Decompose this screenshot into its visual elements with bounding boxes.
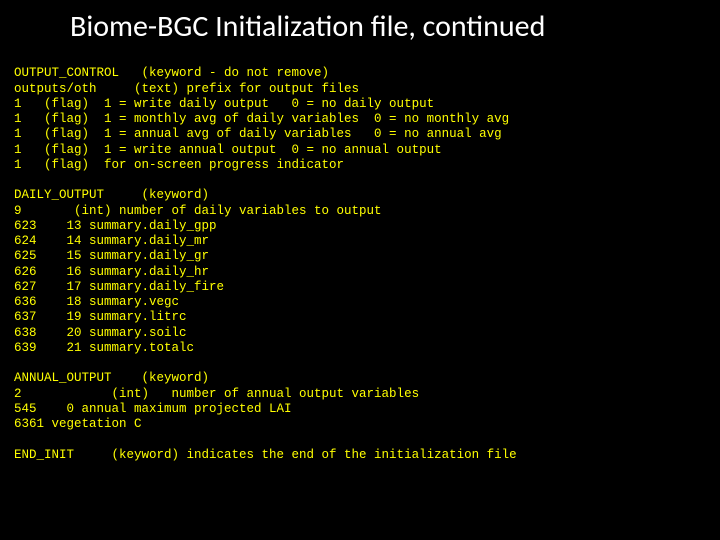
config-line: 636 18 summary.vegc: [14, 295, 179, 309]
config-line: 1 (flag) 1 = annual avg of daily variabl…: [14, 127, 502, 141]
config-line: 6361 vegetation C: [14, 417, 142, 431]
config-line: 626 16 summary.daily_hr: [14, 265, 209, 279]
config-line: 625 15 summary.daily_gr: [14, 249, 209, 263]
config-line: 623 13 summary.daily_gpp: [14, 219, 217, 233]
config-line: 638 20 summary.soilc: [14, 326, 187, 340]
slide-body: OUTPUT_CONTROL (keyword - do not remove)…: [0, 51, 720, 463]
config-line: 637 19 summary.litrc: [14, 310, 187, 324]
slide-title: Biome-BGC Initialization file, continued: [0, 0, 720, 51]
config-line: 627 17 summary.daily_fire: [14, 280, 224, 294]
slide: Biome-BGC Initialization file, continued…: [0, 0, 720, 540]
output-control-header: OUTPUT_CONTROL (keyword - do not remove): [14, 66, 329, 80]
config-line: 545 0 annual maximum projected LAI: [14, 402, 292, 416]
config-line: 2 (int) number of annual output variable…: [14, 387, 419, 401]
config-line: 1 (flag) 1 = write annual output 0 = no …: [14, 143, 442, 157]
config-line: 624 14 summary.daily_mr: [14, 234, 209, 248]
config-line: outputs/oth (text) prefix for output fil…: [14, 82, 359, 96]
annual-output-header: ANNUAL_OUTPUT (keyword): [14, 371, 209, 385]
config-line: 639 21 summary.totalc: [14, 341, 194, 355]
config-line: 1 (flag) 1 = monthly avg of daily variab…: [14, 112, 509, 126]
config-line: 1 (flag) 1 = write daily output 0 = no d…: [14, 97, 434, 111]
config-line: 1 (flag) for on-screen progress indicato…: [14, 158, 344, 172]
config-line: 9 (int) number of daily variables to out…: [14, 204, 382, 218]
end-init-line: END_INIT (keyword) indicates the end of …: [14, 448, 517, 462]
daily-output-header: DAILY_OUTPUT (keyword): [14, 188, 209, 202]
